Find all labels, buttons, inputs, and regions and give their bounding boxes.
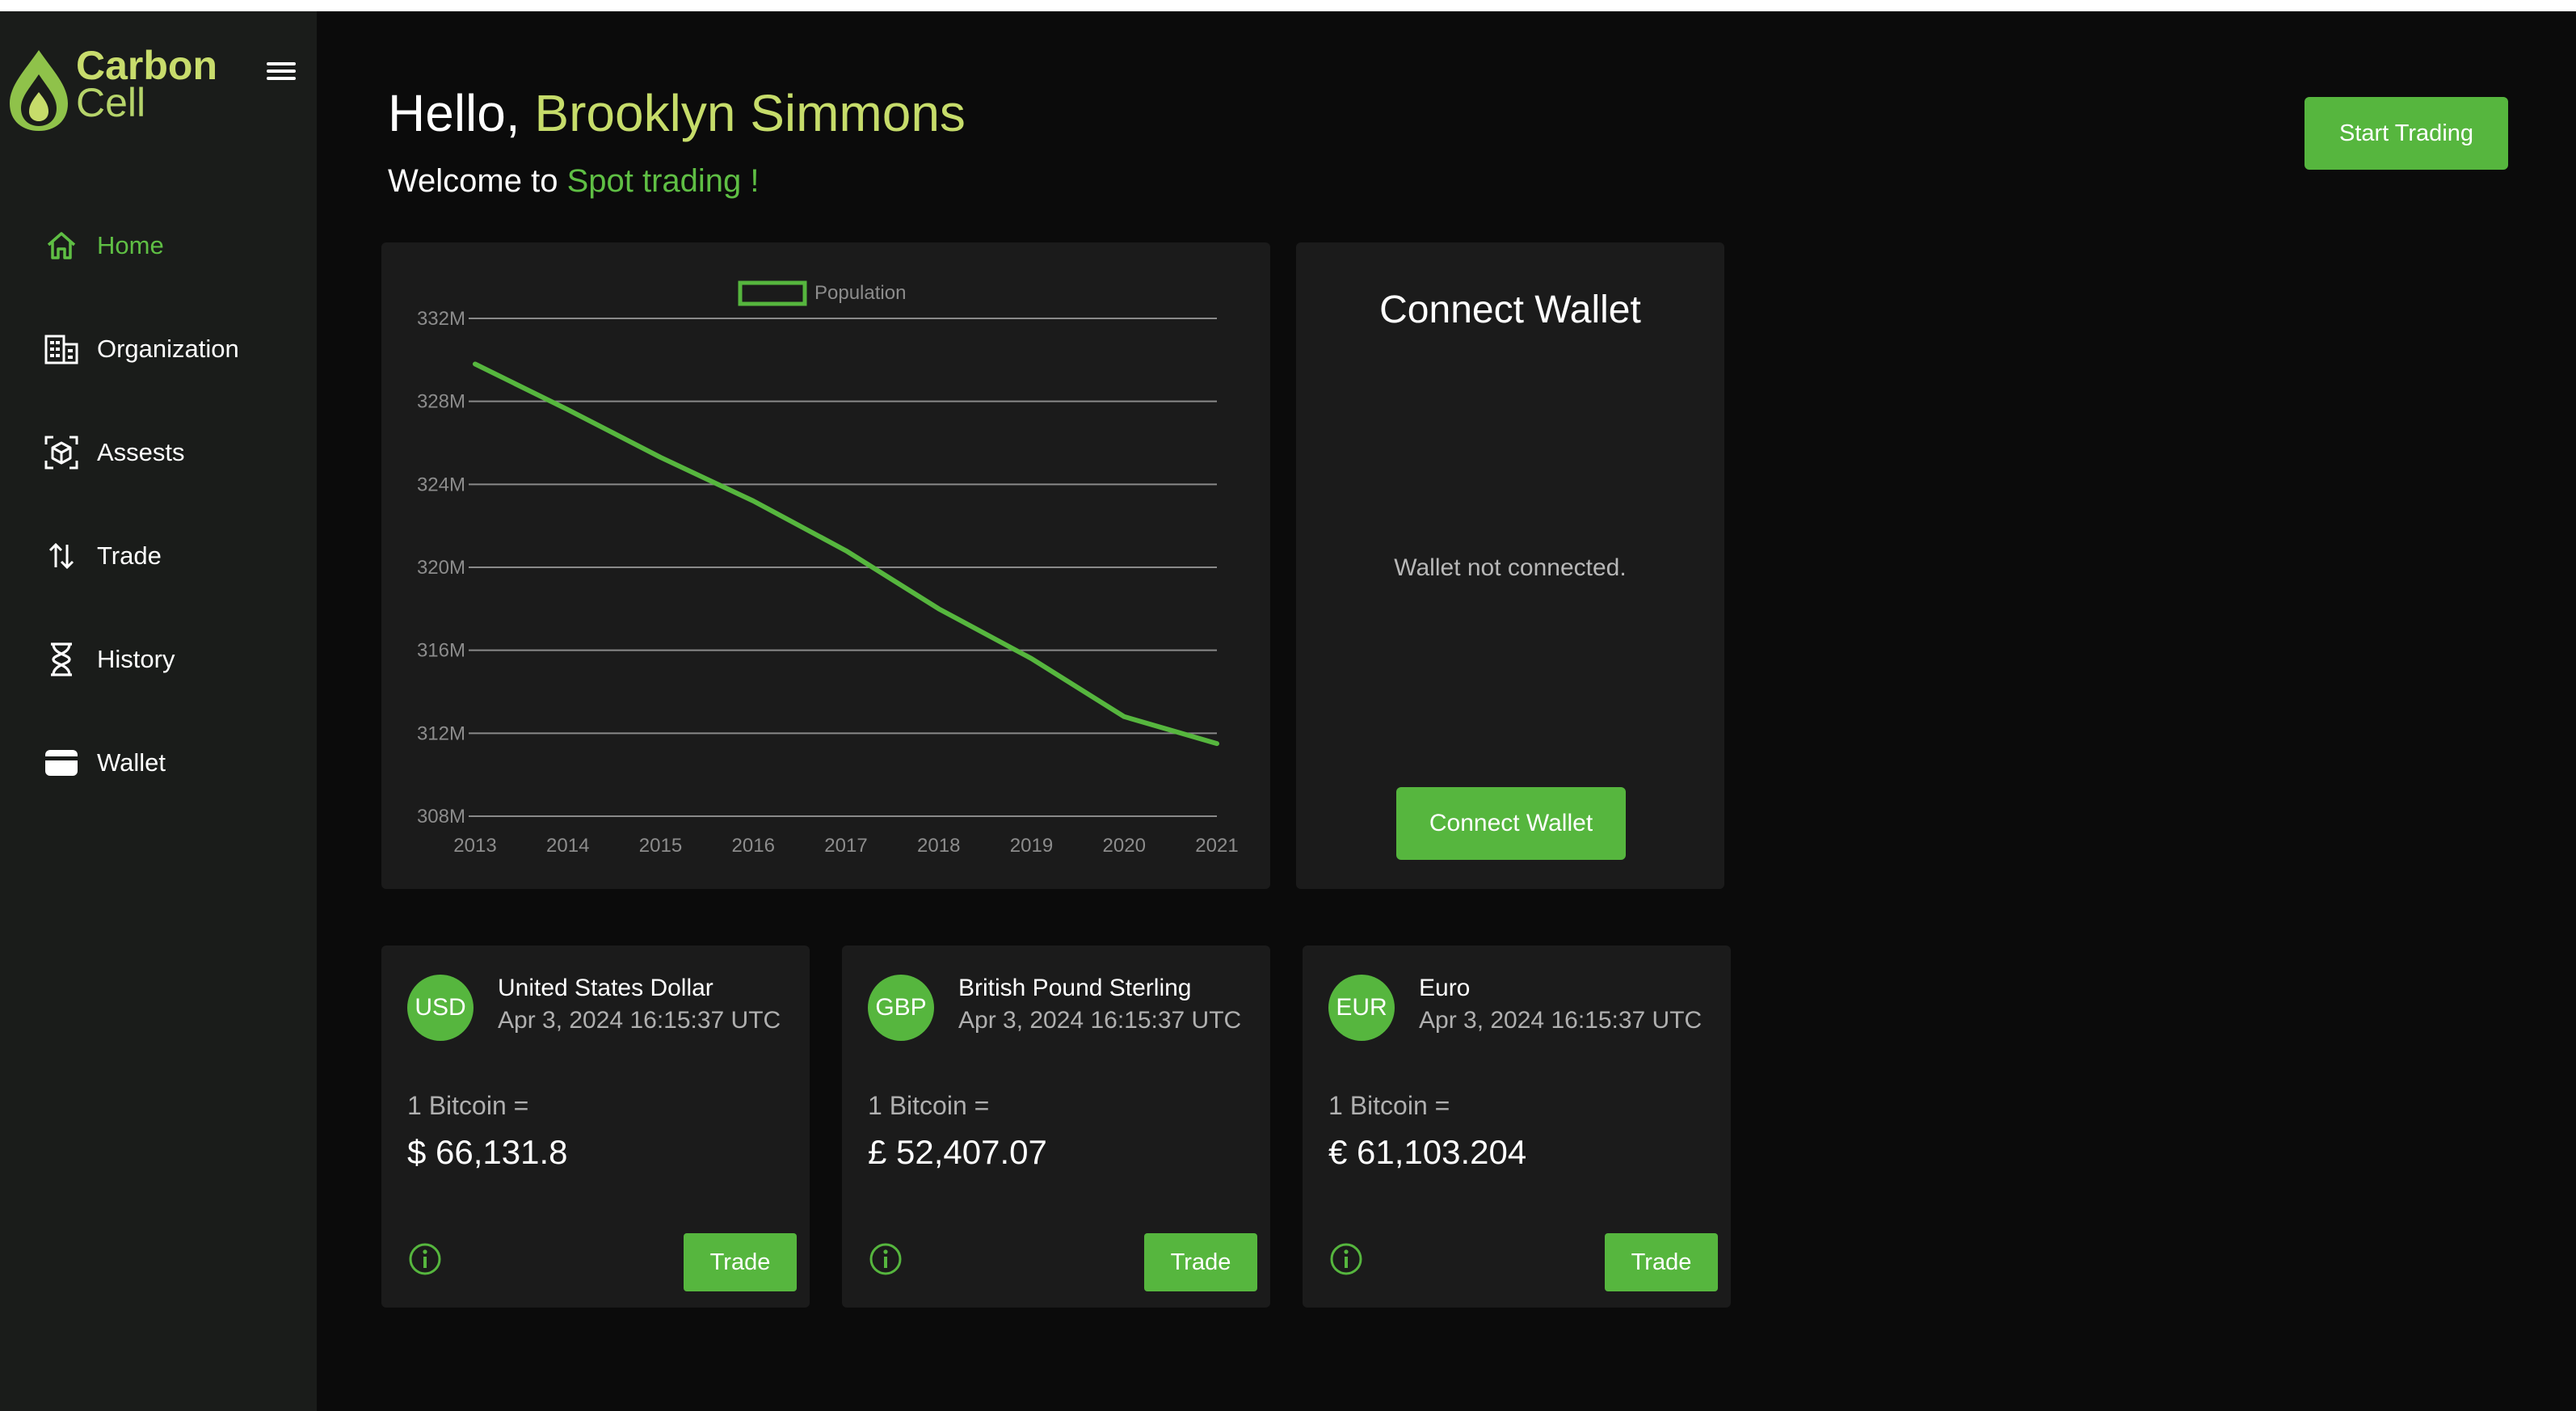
sidebar-item-organization[interactable]: Organization: [0, 297, 317, 401]
trade-button[interactable]: Trade: [1144, 1233, 1257, 1291]
y-tick-label: 320M: [417, 557, 465, 579]
bitcoin-value: £ 52,407.07: [868, 1133, 1047, 1171]
line-chart: 308M 312M 316M 320M 324M 328M 332M 2013 2014 2015…: [417, 280, 1239, 857]
currency-name: Euro: [1419, 975, 1471, 1001]
legend-label: Population: [814, 282, 906, 304]
connect-wallet-button[interactable]: Connect Wallet: [1396, 787, 1626, 860]
logo[interactable]: Carbon Cell: [6, 42, 249, 139]
sidebar-item-label: Wallet: [97, 748, 166, 777]
y-tick-label: 328M: [417, 391, 465, 413]
currency-badge: USD: [407, 975, 474, 1041]
info-icon[interactable]: [1328, 1241, 1364, 1277]
currency-timestamp: Apr 3, 2024 16:15:37 UTC: [958, 1007, 1242, 1034]
sidebar-item-label: Home: [97, 231, 164, 259]
hamburger-menu-icon[interactable]: [263, 58, 299, 91]
trade-button[interactable]: Trade: [684, 1233, 797, 1291]
welcome-text: Welcome to Spot trading !: [388, 158, 760, 204]
sidebar-item-label: Trade: [97, 541, 162, 570]
sidebar: Carbon Cell Home Organization Assests Tr…: [0, 11, 317, 1411]
bitcoin-label: 1 Bitcoin =: [407, 1091, 529, 1120]
sidebar-item-label: Assests: [97, 438, 185, 466]
welcome-accent: Spot trading !: [566, 163, 760, 199]
currency-timestamp: Apr 3, 2024 16:15:37 UTC: [498, 1007, 781, 1034]
info-icon[interactable]: [868, 1241, 903, 1277]
logo-line2: Cell: [76, 80, 146, 125]
start-trading-button[interactable]: Start Trading: [2305, 97, 2508, 170]
currency-name: United States Dollar: [498, 975, 713, 1001]
wallet-icon: [42, 743, 81, 782]
currency-name: British Pound Sterling: [958, 975, 1192, 1001]
welcome-prefix: Welcome to: [388, 163, 558, 199]
greeting-text: Hello,: [388, 84, 520, 142]
currency-badge: GBP: [868, 975, 934, 1041]
currency-card-usd: USD United States Dollar Apr 3, 2024 16:…: [381, 946, 810, 1308]
population-chart-card: 308M 312M 316M 320M 324M 328M 332M 2013 2014 2015…: [381, 242, 1270, 889]
bitcoin-value: $ 66,131.8: [407, 1133, 568, 1171]
currency-card-eur: EUR Euro Apr 3, 2024 16:15:37 UTC 1 Bitc…: [1303, 946, 1731, 1308]
x-tick-label: 2013: [453, 835, 496, 857]
sidebar-item-history[interactable]: History: [0, 608, 317, 711]
sidebar-item-home[interactable]: Home: [0, 194, 317, 297]
sidebar-nav: Home Organization Assests Trade History: [0, 194, 317, 815]
page-title: Hello, Brooklyn Simmons: [388, 81, 966, 145]
wallet-status: Wallet not connected.: [1394, 554, 1627, 581]
x-tick-label: 2021: [1195, 835, 1238, 857]
flame-logo-icon: [10, 50, 68, 131]
arrows-updown-icon: [42, 537, 81, 575]
y-tick-label: 308M: [417, 806, 465, 828]
series-line-population: [473, 361, 1219, 747]
currency-card-gbp: GBP British Pound Sterling Apr 3, 2024 1…: [842, 946, 1270, 1308]
bitcoin-label: 1 Bitcoin =: [868, 1091, 990, 1120]
trade-button[interactable]: Trade: [1605, 1233, 1718, 1291]
sidebar-item-trade[interactable]: Trade: [0, 504, 317, 608]
x-tick-label: 2018: [917, 835, 960, 857]
y-tick-label: 332M: [417, 308, 465, 330]
y-tick-label: 316M: [417, 640, 465, 662]
x-tick-label: 2019: [1010, 835, 1053, 857]
x-tick-label: 2014: [546, 835, 589, 857]
bitcoin-value: € 61,103.204: [1328, 1133, 1527, 1171]
y-tick-label: 312M: [417, 722, 465, 744]
x-tick-label: 2016: [732, 835, 775, 857]
logo-text: Carbon Cell: [76, 45, 217, 125]
wallet-title: Connect Wallet: [1379, 289, 1641, 331]
currency-badge: EUR: [1328, 975, 1395, 1041]
info-icon[interactable]: [407, 1241, 443, 1277]
currency-timestamp: Apr 3, 2024 16:15:37 UTC: [1419, 1007, 1703, 1034]
connect-wallet-card: Connect Wallet Wallet not connected. Con…: [1296, 242, 1724, 889]
cube-scan-icon: [42, 433, 81, 472]
y-tick-label: 324M: [417, 474, 465, 495]
sidebar-item-wallet[interactable]: Wallet: [0, 711, 317, 815]
browser-top-strip: [0, 0, 2576, 11]
legend-swatch: [738, 280, 807, 306]
home-icon: [42, 226, 81, 265]
sidebar-item-label: History: [97, 645, 175, 673]
user-name: Brooklyn Simmons: [534, 84, 966, 142]
hourglass-icon: [42, 640, 81, 679]
sidebar-item-assests[interactable]: Assests: [0, 401, 317, 504]
bitcoin-label: 1 Bitcoin =: [1328, 1091, 1450, 1120]
sidebar-item-label: Organization: [97, 335, 239, 363]
x-tick-label: 2015: [639, 835, 682, 857]
building-icon: [42, 330, 81, 369]
x-tick-label: 2020: [1103, 835, 1146, 857]
x-tick-label: 2017: [824, 835, 867, 857]
